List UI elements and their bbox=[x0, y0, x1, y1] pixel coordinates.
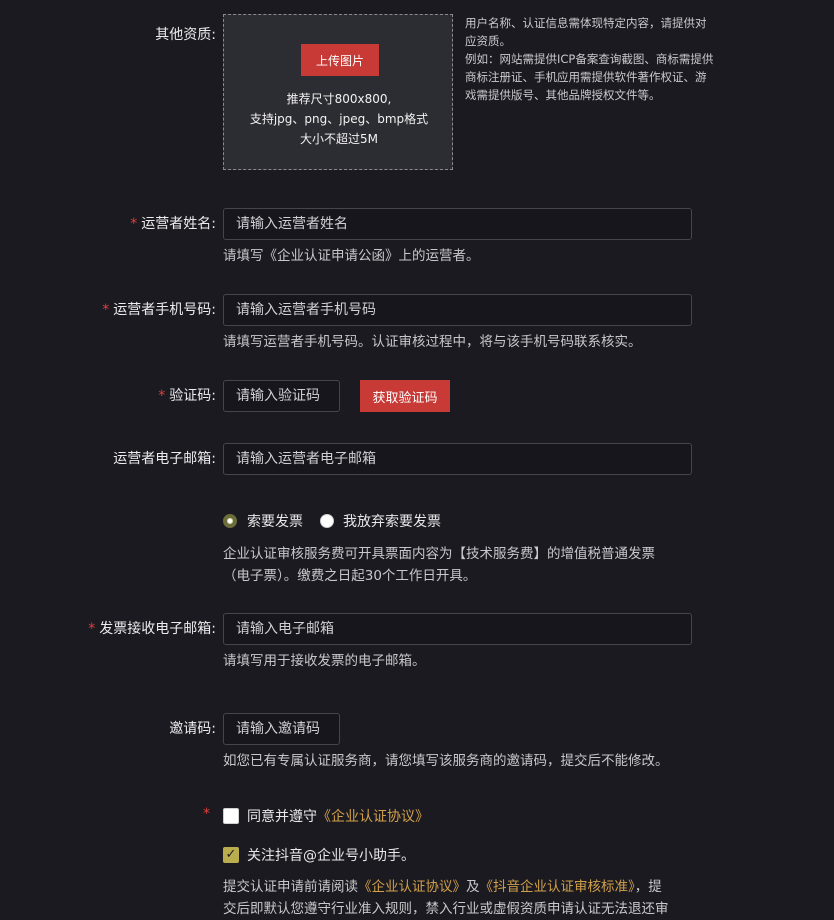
other-qualification-label: 其他资质: bbox=[155, 27, 216, 43]
required-mark: * bbox=[102, 302, 110, 318]
operator-phone-label: * 运营者手机号码: bbox=[102, 302, 216, 318]
submit-notice-line2: 交后即默认您遵守行业准入规则，禁入行业或虚假资质申请认证无法退还审 bbox=[223, 901, 669, 917]
follow-text: 关注抖音@企业号小助手。 bbox=[247, 848, 415, 864]
agreement-link[interactable]: 《企业认证协议》 bbox=[317, 809, 429, 825]
required-mark: * bbox=[203, 806, 210, 822]
invoice-request-label[interactable]: 索要发票 bbox=[247, 511, 303, 531]
invite-code-help: 如您已有专属认证服务商，请您填写该服务商的邀请码，提交后不能修改。 bbox=[223, 753, 669, 769]
upload-hint-limit: 大小不超过5M bbox=[300, 132, 378, 146]
required-mark: * bbox=[88, 621, 96, 637]
agreement-text: 同意并遵守《企业认证协议》 bbox=[247, 809, 429, 825]
invoice-request-radio[interactable] bbox=[223, 514, 237, 528]
upload-hint: 推荐尺寸800x800, 支持jpg、png、jpeg、bmp格式 大小不超过5… bbox=[224, 89, 454, 149]
operator-phone-input[interactable]: 请输入运营者手机号码 bbox=[223, 294, 692, 326]
operator-name-help: 请填写《企业认证申请公函》上的运营者。 bbox=[223, 248, 480, 264]
operator-email-label: 运营者电子邮箱: bbox=[113, 451, 216, 467]
invoice-waive-label[interactable]: 我放弃索要发票 bbox=[343, 511, 441, 531]
required-mark: * bbox=[130, 216, 138, 232]
upload-image-button[interactable]: 上传图片 bbox=[301, 44, 379, 76]
invoice-help-line2: （电子票）。缴费之日起30个工作日开具。 bbox=[223, 568, 477, 584]
invite-code-input[interactable]: 请输入邀请码 bbox=[223, 713, 340, 745]
review-standard-link[interactable]: 《抖音企业认证审核标准》 bbox=[480, 879, 635, 895]
agreement-checkbox[interactable] bbox=[223, 808, 239, 824]
upload-hint-format: 支持jpg、png、jpeg、bmp格式 bbox=[249, 112, 429, 126]
invoice-waive-radio[interactable] bbox=[320, 514, 334, 528]
verify-code-label: * 验证码: bbox=[158, 388, 216, 404]
submit-notice-line1: 提交认证申请前请阅读《企业认证协议》及《抖音企业认证审核标准》，提 bbox=[223, 879, 662, 895]
operator-name-input[interactable]: 请输入运营者姓名 bbox=[223, 208, 692, 240]
operator-phone-help: 请填写运营者手机号码。认证审核过程中，将与该手机号码联系核实。 bbox=[223, 334, 642, 350]
verify-code-input[interactable]: 请输入验证码 bbox=[223, 380, 340, 412]
follow-checkbox[interactable]: ✓ bbox=[223, 847, 239, 863]
invite-code-label: 邀请码: bbox=[169, 721, 216, 737]
invoice-help-line1: 企业认证审核服务费可开具票面内容为【技术服务费】的增值税普通发票 bbox=[223, 546, 655, 562]
qualification-side-note: 用户名称、认证信息需体现特定内容，请提供对应资质。 例如：网站需提供ICP备案查… bbox=[465, 16, 714, 102]
invoice-email-help: 请填写用于接收发票的电子邮箱。 bbox=[223, 653, 426, 669]
invoice-email-input[interactable]: 请输入电子邮箱 bbox=[223, 613, 692, 645]
invoice-email-label: * 发票接收电子邮箱: bbox=[88, 621, 216, 637]
required-mark: * bbox=[158, 388, 166, 404]
image-upload-area[interactable]: 上传图片 推荐尺寸800x800, 支持jpg、png、jpeg、bmp格式 大… bbox=[223, 14, 453, 170]
get-verify-code-button[interactable]: 获取验证码 bbox=[360, 380, 450, 412]
agreement-link-2[interactable]: 《企业认证协议》 bbox=[358, 879, 466, 895]
submit-notice: 提交认证申请前请阅读《企业认证协议》及《抖音企业认证审核标准》，提 交后即默认您… bbox=[223, 876, 703, 920]
invoice-help: 企业认证审核服务费可开具票面内容为【技术服务费】的增值税普通发票 （电子票）。缴… bbox=[223, 543, 703, 587]
operator-email-input[interactable]: 请输入运营者电子邮箱 bbox=[223, 443, 692, 475]
operator-name-label: * 运营者姓名: bbox=[130, 216, 216, 232]
upload-hint-size: 推荐尺寸800x800, bbox=[286, 92, 392, 106]
